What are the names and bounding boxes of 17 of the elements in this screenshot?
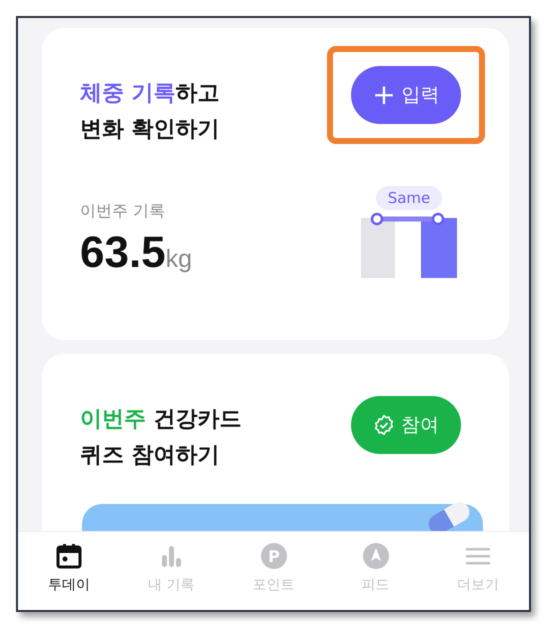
join-button[interactable]: 참여	[351, 396, 461, 454]
weight-unit: kg	[166, 245, 192, 274]
weight-value: 63.5	[80, 228, 166, 278]
nav-tab[interactable]: 내 기록	[120, 532, 222, 610]
input-button[interactable]: + 입력	[351, 66, 461, 124]
trend-badge: Same	[376, 186, 442, 210]
nav-tab[interactable]: 투데이	[18, 532, 120, 610]
verified-icon	[373, 414, 395, 436]
point-icon: P	[260, 542, 288, 570]
record-label: 이번주 기록	[80, 201, 166, 222]
compass-icon	[362, 542, 390, 570]
nav-tab[interactable]: 피드	[324, 532, 427, 610]
card-title: 이번주 건강카드 퀴즈 참여하기	[80, 406, 242, 470]
nav-tab[interactable]: 더보기	[426, 532, 529, 610]
calendar-icon	[55, 542, 84, 570]
nav-tab[interactable]: P 포인트	[222, 532, 325, 610]
card-title: 체중 기록하고 변화 확인하기	[80, 80, 220, 144]
